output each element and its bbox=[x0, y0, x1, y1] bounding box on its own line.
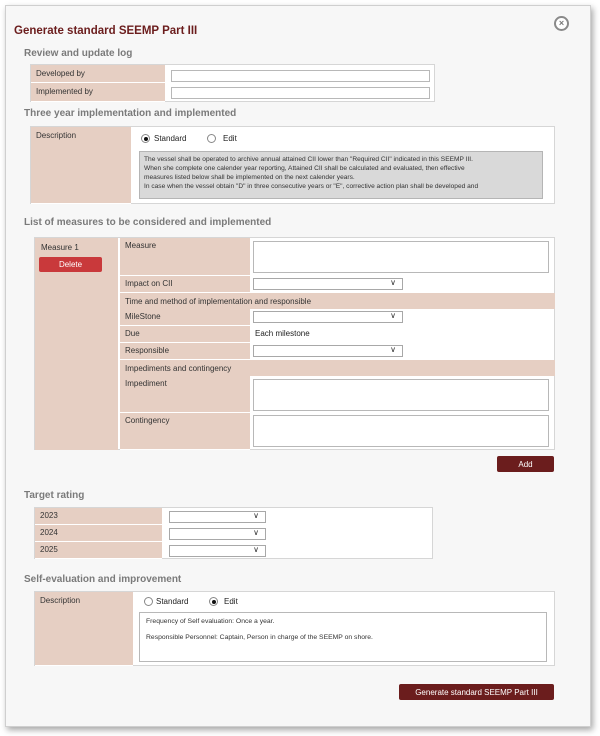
milestone-label: MileStone bbox=[120, 309, 250, 326]
impact-select[interactable]: ∨ bbox=[253, 278, 403, 290]
self-eval-edit-radio[interactable] bbox=[209, 597, 218, 606]
review-log-heading: Review and update log bbox=[24, 48, 133, 59]
self-eval-standard-label: Standard bbox=[156, 597, 189, 606]
rating-select-2024[interactable]: ∨ bbox=[169, 528, 266, 540]
three-year-panel: Description Standard Edit The vessel sha… bbox=[30, 126, 555, 204]
measure-panel: Measure 1 Delete Measure Impact on CII ∨… bbox=[34, 237, 555, 450]
seemp-dialog: Generate standard SEEMP Part III × Revie… bbox=[5, 5, 591, 727]
self-eval-edit-label: Edit bbox=[224, 597, 238, 606]
dialog-title: Generate standard SEEMP Part III bbox=[14, 25, 198, 37]
standard-radio-label: Standard bbox=[154, 134, 187, 143]
impact-label: Impact on CII bbox=[120, 276, 250, 293]
self-eval-standard-radio[interactable] bbox=[144, 597, 153, 606]
target-year-2025: 2025 bbox=[35, 542, 162, 559]
measure-label: Measure bbox=[120, 238, 250, 276]
edit-radio-label: Edit bbox=[223, 134, 237, 143]
delete-measure-button[interactable]: Delete bbox=[39, 257, 102, 272]
measure-number: Measure 1 bbox=[41, 243, 79, 252]
chevron-down-icon: ∨ bbox=[253, 528, 259, 537]
generate-seemp-button[interactable]: Generate standard SEEMP Part III bbox=[399, 684, 554, 700]
self-eval-panel: Description Standard Edit Frequency of S… bbox=[34, 591, 555, 666]
three-year-standard-text: The vessel shall be operated to archive … bbox=[139, 151, 543, 199]
time-method-band: Time and method of implementation and re… bbox=[120, 293, 555, 309]
measures-heading: List of measures to be considered and im… bbox=[24, 217, 272, 228]
close-icon[interactable]: × bbox=[554, 16, 569, 31]
self-eval-heading: Self-evaluation and improvement bbox=[24, 574, 182, 585]
edit-radio[interactable] bbox=[207, 134, 216, 143]
self-eval-description-label: Description bbox=[35, 592, 133, 666]
rating-select-2023[interactable]: ∨ bbox=[169, 511, 266, 523]
three-year-description-label: Description bbox=[31, 127, 131, 204]
chevron-down-icon: ∨ bbox=[390, 345, 396, 354]
milestone-select[interactable]: ∨ bbox=[253, 311, 403, 323]
target-year-2024: 2024 bbox=[35, 525, 162, 542]
measure-input[interactable] bbox=[253, 241, 549, 273]
impediments-band: Impediments and contingency bbox=[120, 360, 555, 376]
responsible-select[interactable]: ∨ bbox=[253, 345, 403, 357]
rating-select-2025[interactable]: ∨ bbox=[169, 545, 266, 557]
contingency-label: Contingency bbox=[120, 413, 250, 450]
target-rating-panel: 2023 ∨ 2024 ∨ 2025 ∨ bbox=[34, 507, 433, 559]
chevron-down-icon: ∨ bbox=[390, 278, 396, 287]
review-log-panel: Developed by Implemented by bbox=[30, 64, 435, 102]
chevron-down-icon: ∨ bbox=[390, 311, 396, 320]
chevron-down-icon: ∨ bbox=[253, 545, 259, 554]
developed-by-input[interactable] bbox=[171, 70, 430, 82]
target-rating-heading: Target rating bbox=[24, 490, 85, 501]
impediment-input[interactable] bbox=[253, 379, 549, 411]
self-eval-text[interactable]: Frequency of Self evaluation: Once a yea… bbox=[139, 612, 547, 662]
implemented-by-label: Implemented by bbox=[31, 83, 165, 102]
add-measure-button[interactable]: Add bbox=[497, 456, 554, 472]
three-year-heading: Three year implementation and implemente… bbox=[24, 108, 237, 119]
impediment-label: Impediment bbox=[120, 376, 250, 413]
contingency-input[interactable] bbox=[253, 415, 549, 447]
standard-radio[interactable] bbox=[141, 134, 150, 143]
implemented-by-input[interactable] bbox=[171, 87, 430, 99]
target-year-2023: 2023 bbox=[35, 508, 162, 525]
due-value: Each milestone bbox=[255, 329, 310, 338]
chevron-down-icon: ∨ bbox=[253, 511, 259, 520]
developed-by-label: Developed by bbox=[31, 65, 165, 83]
responsible-label: Responsible bbox=[120, 343, 250, 360]
due-label: Due bbox=[120, 326, 250, 343]
